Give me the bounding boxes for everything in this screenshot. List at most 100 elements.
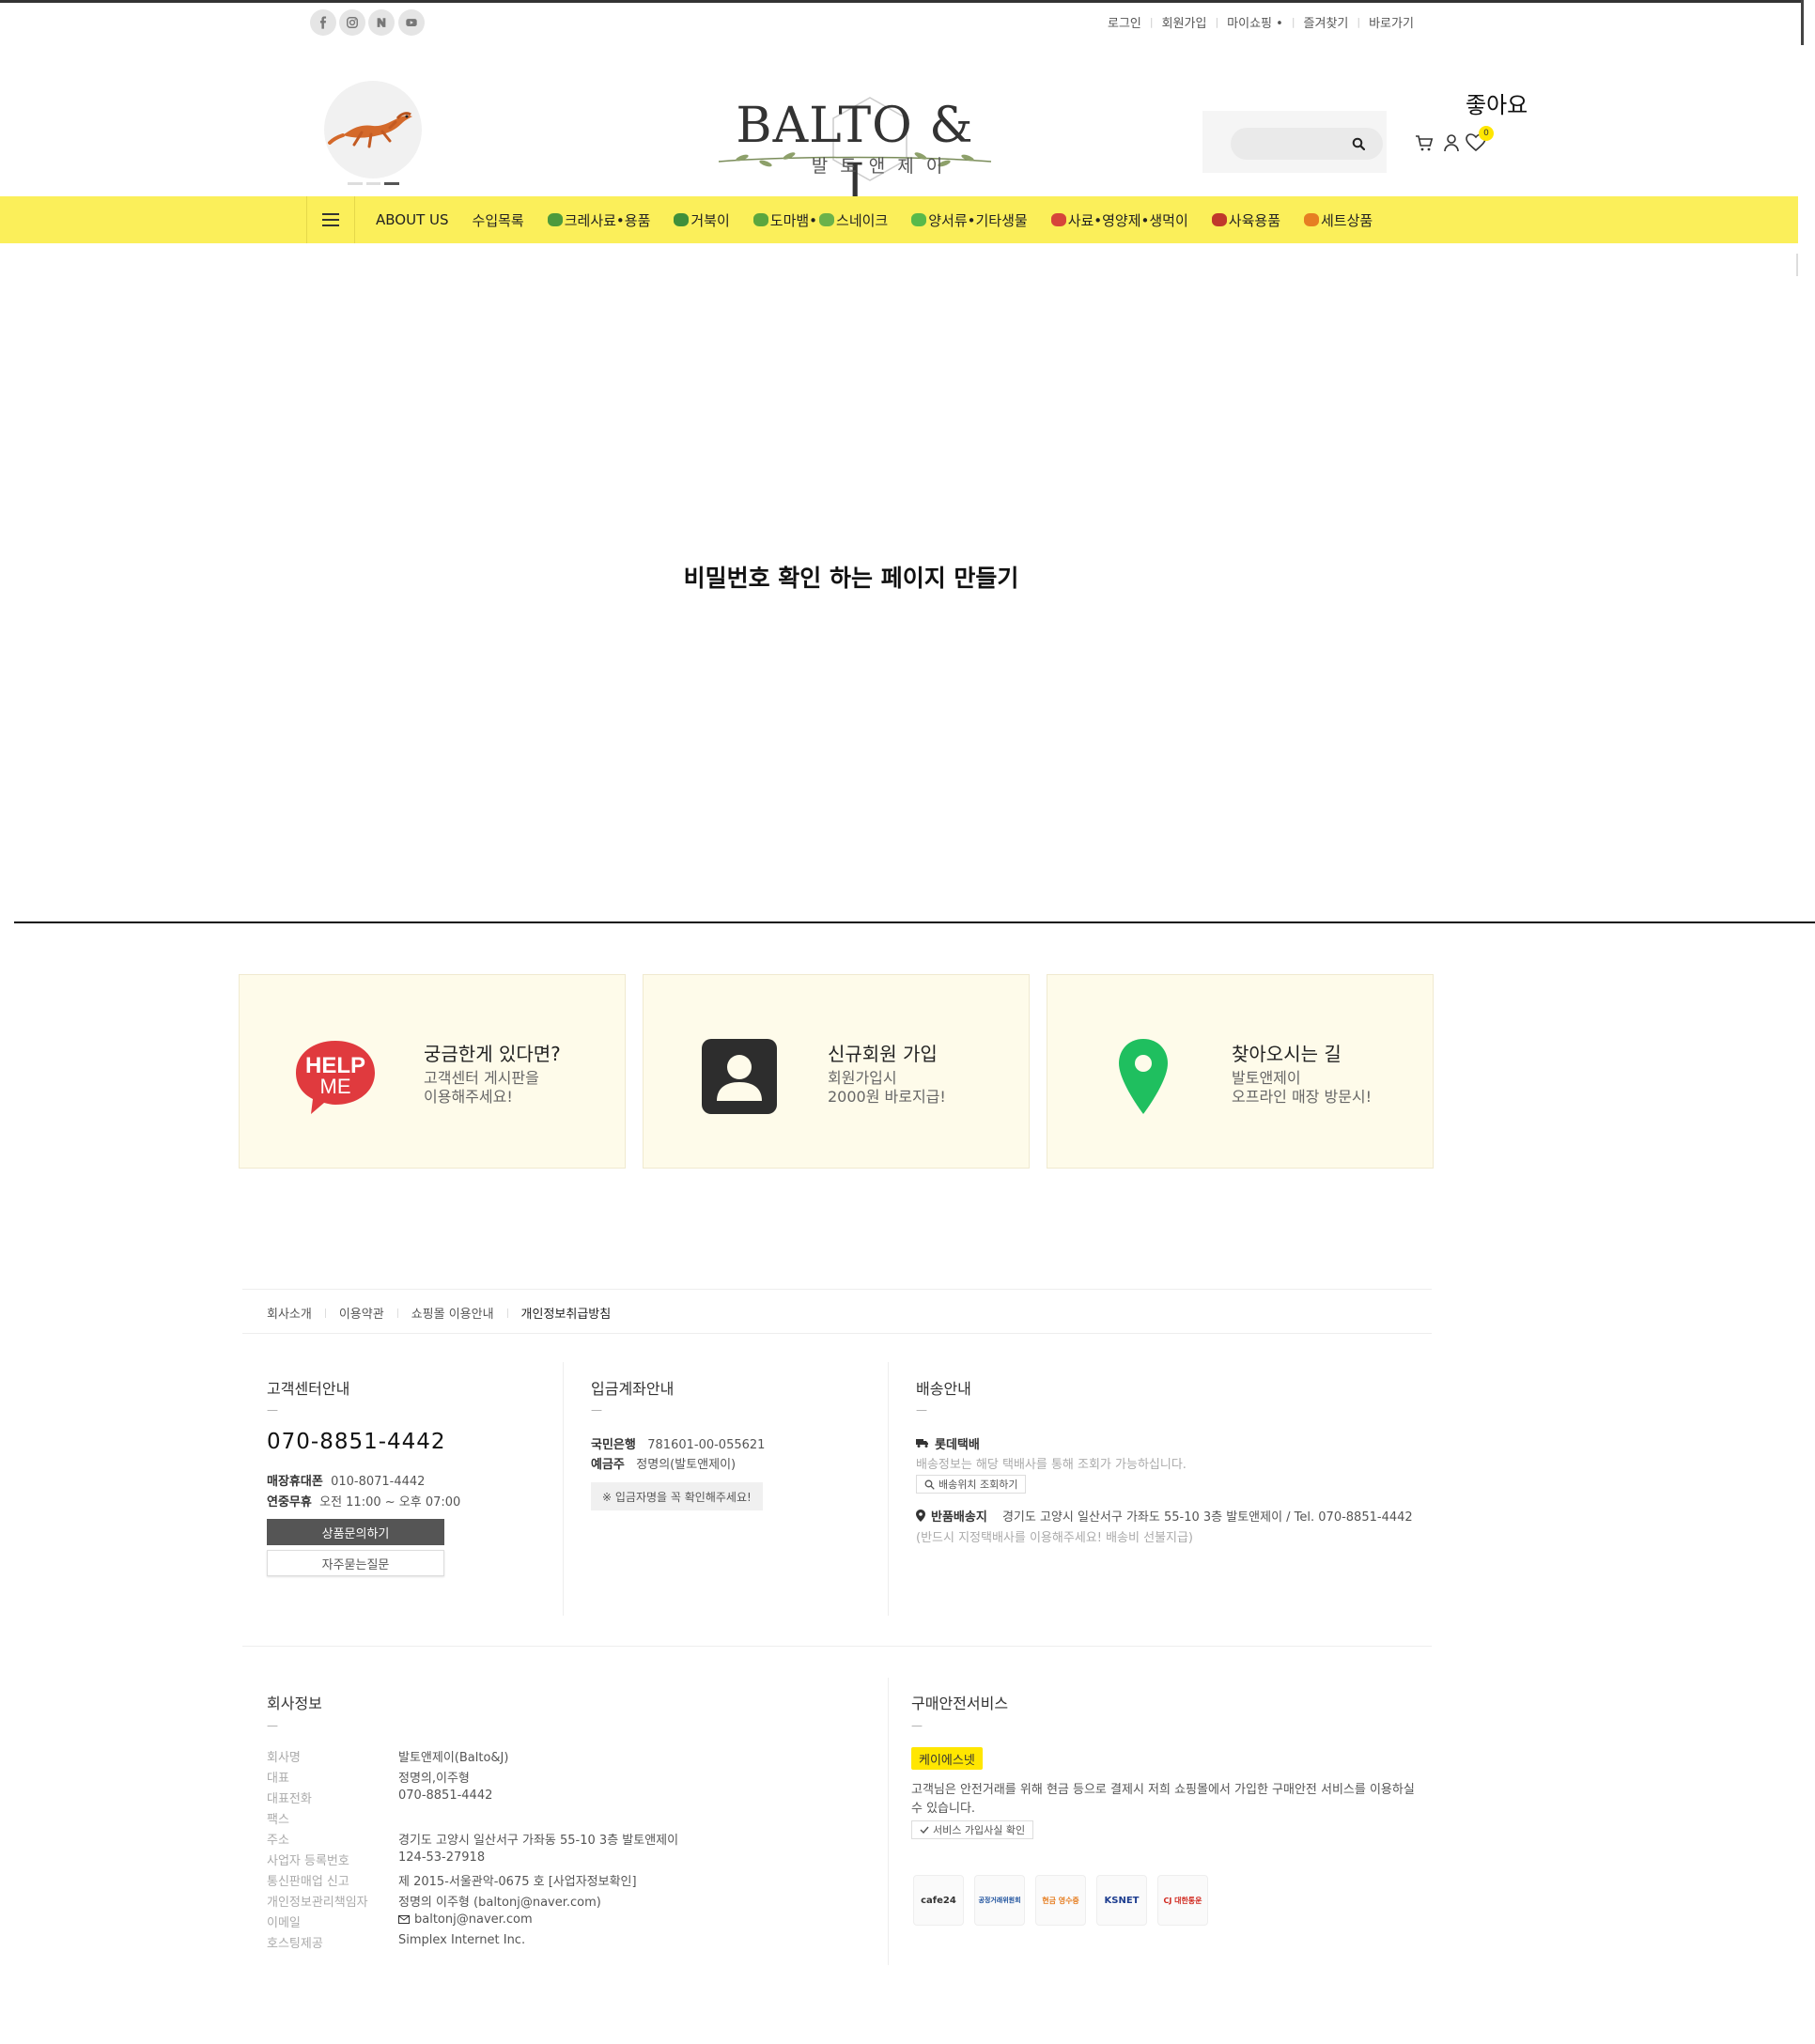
card-desc: 발토앤제이 오프라인 매장 방문시!: [1232, 1069, 1372, 1107]
nav-label: 수입목록: [472, 211, 524, 229]
faq-button[interactable]: 자주묻는질문: [267, 1550, 444, 1576]
nav-items: ABOUT US 수입목록 크레사료•용품 거북이 도마뱀• 스네이크 양서류•…: [376, 196, 1396, 243]
logo-slider-dots: [348, 182, 400, 185]
footer-links: 회사소개 이용약관 쇼핑몰 이용안내 개인정보취급방침: [267, 1304, 624, 1322]
nav-label: 거북이: [690, 211, 730, 229]
courier-name: 롯데택배: [935, 1438, 980, 1452]
top-border: [0, 0, 1804, 3]
footer-link-privacy[interactable]: 개인정보취급방침: [508, 1304, 625, 1322]
footer-divider: [242, 1646, 1432, 1647]
card-help[interactable]: HELP ME 궁금한게 있다면? 고객센터 게시판을 이용해주세요!: [239, 974, 626, 1169]
company-value: Simplex Internet Inc.: [398, 1933, 526, 1947]
footer-link-terms[interactable]: 이용약관: [326, 1304, 397, 1322]
signup-link[interactable]: 회원가입: [1154, 13, 1216, 31]
hours-row: 연중무휴 오전 11:00 ~ 오후 07:00: [267, 1492, 460, 1510]
company-label: 통신판매업 신고: [267, 1875, 349, 1889]
footer-link-company[interactable]: 회사소개: [267, 1304, 325, 1322]
courier-row: 롯데택배: [916, 1434, 980, 1452]
product-inquiry-button[interactable]: 상품문의하기: [267, 1519, 444, 1545]
search-icon: [924, 1479, 935, 1490]
card-title: 찾아오시는 길: [1232, 1043, 1342, 1065]
partner-ftc-logo[interactable]: 공정거래위원회: [974, 1875, 1025, 1926]
bank-account-row: 국민은행 781601-00-055621: [591, 1434, 765, 1452]
card-desc-line: 회원가입시: [828, 1069, 897, 1087]
feed-emoji-icon: [1050, 213, 1066, 226]
instagram-icon[interactable]: [339, 9, 365, 36]
scroll-indicator: [1796, 254, 1798, 276]
section-dash: —: [267, 1403, 278, 1417]
hamburger-menu-icon[interactable]: [306, 196, 355, 243]
nav-item-amphibians[interactable]: 양서류•기타생물: [911, 210, 1028, 230]
bank-notice: ※ 입금자명을 꼭 확인해주세요!: [591, 1482, 763, 1510]
lizard-logo-image[interactable]: [324, 81, 422, 178]
shipping-title: 배송안내: [916, 1380, 971, 1398]
location-icon: [916, 1510, 925, 1522]
gecko-emoji-icon: [547, 213, 563, 226]
company-value: 124-53-27918: [398, 1850, 486, 1865]
card-desc-line: 발토앤제이: [1232, 1069, 1301, 1087]
favorites-link[interactable]: 즐겨찾기: [1295, 13, 1357, 31]
nav-item-turtle[interactable]: 거북이: [674, 210, 730, 230]
nav-item-supplies[interactable]: 사육용품: [1211, 210, 1280, 230]
verify-btn-label: 서비스 가입사실 확인: [933, 1824, 1026, 1836]
escrow-title: 구매안전서비스: [911, 1695, 1009, 1712]
nav-item-about[interactable]: ABOUT US: [376, 211, 449, 228]
courier-desc: 배송정보는 해당 택배사를 통해 조회가 가능하십니다.: [916, 1458, 1187, 1472]
escrow-desc: 고객님은 안전거래를 위해 현금 등으로 결제시 저희 쇼핑몰에서 가입한 구매…: [911, 1783, 1415, 1797]
return-note: (반드시 지정택배사를 이용해주세요! 배송비 선불지급): [916, 1531, 1194, 1545]
frog-emoji-icon: [911, 213, 927, 226]
company-value: 발토앤제이(Balto&J): [398, 1751, 509, 1765]
track-delivery-button[interactable]: 배송위치 조회하기: [916, 1475, 1027, 1494]
nav-item-set-products[interactable]: 세트상품: [1304, 210, 1373, 230]
nav-item-crested-gecko[interactable]: 크레사료•용품: [547, 210, 650, 230]
section-dash: —: [916, 1403, 927, 1417]
cart-icon[interactable]: [1415, 133, 1434, 152]
return-label: 반품배송지: [931, 1510, 987, 1525]
youtube-icon[interactable]: [398, 9, 425, 36]
truck-icon: [916, 1439, 928, 1448]
partner-cafe24-logo[interactable]: cafe24: [913, 1875, 964, 1926]
brand-subtitle: 발토앤제이: [811, 156, 955, 177]
section-dash: —: [591, 1403, 602, 1417]
card-desc-line: 고객센터 게시판을: [424, 1069, 539, 1087]
naver-icon[interactable]: [368, 9, 395, 36]
cs-title: 고객센터안내: [267, 1380, 350, 1398]
card-signup[interactable]: 신규회원 가입 회원가입시 2000원 바로지급!: [643, 974, 1030, 1169]
card-desc-line: 오프라인 매장 방문시!: [1232, 1088, 1373, 1106]
card-directions[interactable]: 찾아오시는 길 발토앤제이 오프라인 매장 방문시!: [1047, 974, 1434, 1169]
holder-label: 예금주: [591, 1458, 625, 1472]
content-divider: [14, 921, 1815, 923]
slider-dot[interactable]: [348, 182, 363, 185]
nav-item-feed[interactable]: 사료•영양제•생먹이: [1050, 210, 1188, 230]
shortcut-link[interactable]: 바로가기: [1360, 13, 1422, 31]
turtle-emoji-icon: [674, 213, 690, 226]
toolbox-emoji-icon: [1211, 213, 1227, 226]
nav-label: ABOUT US: [376, 211, 449, 228]
user-icon[interactable]: [1443, 133, 1460, 152]
login-link[interactable]: 로그인: [1099, 13, 1150, 31]
nav-label: 사료•영양제•생먹이: [1067, 211, 1188, 229]
slider-dot[interactable]: [365, 182, 381, 185]
partner-cash-receipt-logo[interactable]: 현금 영수증: [1035, 1875, 1086, 1926]
partner-cj-logo[interactable]: CJ 대한통운: [1157, 1875, 1208, 1926]
facebook-icon[interactable]: [310, 9, 336, 36]
snake-emoji-icon: [819, 213, 835, 226]
company-value[interactable]: 제 2015-서울관악-0675 호 [사업자정보확인]: [398, 1871, 637, 1889]
partner-ksnet-logo[interactable]: KSNET: [1096, 1875, 1147, 1926]
brand-logo[interactable]: BALTO & J 발토앤제이: [718, 86, 992, 210]
nav-label: 세트상품: [1321, 211, 1373, 229]
footer-link-guide[interactable]: 쇼핑몰 이용안내: [398, 1304, 507, 1322]
check-icon: [920, 1826, 929, 1834]
escrow-verify-button[interactable]: 서비스 가입사실 확인: [911, 1820, 1034, 1839]
nav-label: 도마뱀•: [769, 211, 818, 229]
nav-item-lizard-snake[interactable]: 도마뱀• 스네이크: [752, 210, 888, 230]
svg-text:ME: ME: [320, 1075, 351, 1098]
myshopping-link[interactable]: 마이쇼핑 •: [1218, 13, 1292, 31]
user-card-icon: [702, 1039, 777, 1114]
company-value: 경기도 고양시 일산서구 가좌동 55-10 3층 발토앤제이: [398, 1834, 679, 1848]
search-icon[interactable]: [1349, 134, 1368, 153]
card-desc: 고객센터 게시판을 이용해주세요!: [424, 1069, 539, 1107]
company-email[interactable]: baltonj@naver.com: [414, 1912, 533, 1927]
slider-dot-active[interactable]: [384, 182, 400, 185]
nav-item-import-list[interactable]: 수입목록: [473, 210, 524, 230]
